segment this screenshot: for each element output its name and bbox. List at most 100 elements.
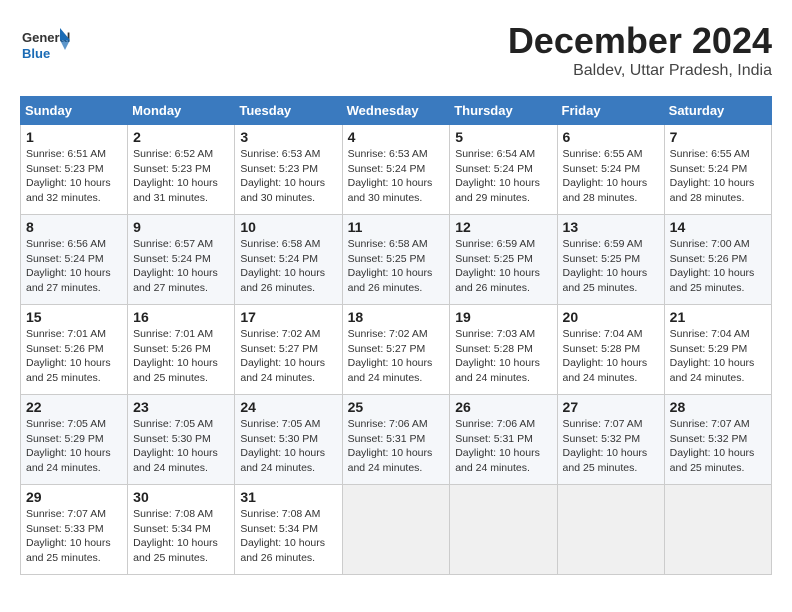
day-number: 10 [240, 219, 336, 235]
day-info: Sunrise: 6:58 AM Sunset: 5:25 PM Dayligh… [348, 237, 445, 296]
day-number: 9 [133, 219, 229, 235]
day-info: Sunrise: 7:05 AM Sunset: 5:30 PM Dayligh… [240, 417, 336, 476]
day-cell: 5 Sunrise: 6:54 AM Sunset: 5:24 PM Dayli… [450, 125, 557, 215]
weekday-thursday: Thursday [450, 97, 557, 125]
day-info: Sunrise: 7:01 AM Sunset: 5:26 PM Dayligh… [26, 327, 122, 386]
title-area: December 2024 Baldev, Uttar Pradesh, Ind… [508, 20, 772, 80]
day-number: 18 [348, 309, 445, 325]
day-info: Sunrise: 7:07 AM Sunset: 5:32 PM Dayligh… [670, 417, 766, 476]
day-info: Sunrise: 7:01 AM Sunset: 5:26 PM Dayligh… [133, 327, 229, 386]
day-cell: 2 Sunrise: 6:52 AM Sunset: 5:23 PM Dayli… [128, 125, 235, 215]
day-cell: 26 Sunrise: 7:06 AM Sunset: 5:31 PM Dayl… [450, 395, 557, 485]
week-row-3: 15 Sunrise: 7:01 AM Sunset: 5:26 PM Dayl… [21, 305, 772, 395]
day-info: Sunrise: 7:07 AM Sunset: 5:33 PM Dayligh… [26, 507, 122, 566]
weekday-wednesday: Wednesday [342, 97, 450, 125]
day-cell [664, 485, 771, 575]
day-info: Sunrise: 6:59 AM Sunset: 5:25 PM Dayligh… [563, 237, 659, 296]
calendar-body: 1 Sunrise: 6:51 AM Sunset: 5:23 PM Dayli… [21, 125, 772, 575]
day-cell: 27 Sunrise: 7:07 AM Sunset: 5:32 PM Dayl… [557, 395, 664, 485]
day-number: 2 [133, 129, 229, 145]
day-cell: 31 Sunrise: 7:08 AM Sunset: 5:34 PM Dayl… [235, 485, 342, 575]
day-cell: 24 Sunrise: 7:05 AM Sunset: 5:30 PM Dayl… [235, 395, 342, 485]
header: General Blue December 2024 Baldev, Uttar… [20, 20, 772, 80]
day-cell: 28 Sunrise: 7:07 AM Sunset: 5:32 PM Dayl… [664, 395, 771, 485]
day-cell: 30 Sunrise: 7:08 AM Sunset: 5:34 PM Dayl… [128, 485, 235, 575]
week-row-2: 8 Sunrise: 6:56 AM Sunset: 5:24 PM Dayli… [21, 215, 772, 305]
day-cell: 3 Sunrise: 6:53 AM Sunset: 5:23 PM Dayli… [235, 125, 342, 215]
day-cell [557, 485, 664, 575]
day-cell: 18 Sunrise: 7:02 AM Sunset: 5:27 PM Dayl… [342, 305, 450, 395]
day-cell: 21 Sunrise: 7:04 AM Sunset: 5:29 PM Dayl… [664, 305, 771, 395]
day-number: 24 [240, 399, 336, 415]
day-info: Sunrise: 7:04 AM Sunset: 5:29 PM Dayligh… [670, 327, 766, 386]
day-number: 25 [348, 399, 445, 415]
weekday-sunday: Sunday [21, 97, 128, 125]
logo-icon: General Blue [20, 20, 70, 70]
day-info: Sunrise: 6:53 AM Sunset: 5:23 PM Dayligh… [240, 147, 336, 206]
day-info: Sunrise: 6:55 AM Sunset: 5:24 PM Dayligh… [563, 147, 659, 206]
day-info: Sunrise: 6:57 AM Sunset: 5:24 PM Dayligh… [133, 237, 229, 296]
day-number: 7 [670, 129, 766, 145]
day-number: 11 [348, 219, 445, 235]
day-info: Sunrise: 6:53 AM Sunset: 5:24 PM Dayligh… [348, 147, 445, 206]
day-info: Sunrise: 7:02 AM Sunset: 5:27 PM Dayligh… [348, 327, 445, 386]
calendar-table: SundayMondayTuesdayWednesdayThursdayFrid… [20, 96, 772, 575]
day-cell: 13 Sunrise: 6:59 AM Sunset: 5:25 PM Dayl… [557, 215, 664, 305]
day-info: Sunrise: 7:02 AM Sunset: 5:27 PM Dayligh… [240, 327, 336, 386]
day-cell [450, 485, 557, 575]
day-number: 23 [133, 399, 229, 415]
day-number: 16 [133, 309, 229, 325]
day-number: 31 [240, 489, 336, 505]
day-cell: 4 Sunrise: 6:53 AM Sunset: 5:24 PM Dayli… [342, 125, 450, 215]
day-number: 27 [563, 399, 659, 415]
week-row-5: 29 Sunrise: 7:07 AM Sunset: 5:33 PM Dayl… [21, 485, 772, 575]
day-cell: 23 Sunrise: 7:05 AM Sunset: 5:30 PM Dayl… [128, 395, 235, 485]
day-cell: 1 Sunrise: 6:51 AM Sunset: 5:23 PM Dayli… [21, 125, 128, 215]
day-number: 21 [670, 309, 766, 325]
day-info: Sunrise: 7:04 AM Sunset: 5:28 PM Dayligh… [563, 327, 659, 386]
day-number: 30 [133, 489, 229, 505]
day-info: Sunrise: 7:03 AM Sunset: 5:28 PM Dayligh… [455, 327, 551, 386]
day-cell: 16 Sunrise: 7:01 AM Sunset: 5:26 PM Dayl… [128, 305, 235, 395]
day-info: Sunrise: 7:07 AM Sunset: 5:32 PM Dayligh… [563, 417, 659, 476]
day-info: Sunrise: 7:06 AM Sunset: 5:31 PM Dayligh… [348, 417, 445, 476]
weekday-saturday: Saturday [664, 97, 771, 125]
day-info: Sunrise: 7:08 AM Sunset: 5:34 PM Dayligh… [240, 507, 336, 566]
day-number: 28 [670, 399, 766, 415]
day-cell: 20 Sunrise: 7:04 AM Sunset: 5:28 PM Dayl… [557, 305, 664, 395]
day-number: 14 [670, 219, 766, 235]
day-info: Sunrise: 7:05 AM Sunset: 5:29 PM Dayligh… [26, 417, 122, 476]
day-cell: 6 Sunrise: 6:55 AM Sunset: 5:24 PM Dayli… [557, 125, 664, 215]
day-number: 5 [455, 129, 551, 145]
weekday-header-row: SundayMondayTuesdayWednesdayThursdayFrid… [21, 97, 772, 125]
day-number: 20 [563, 309, 659, 325]
day-number: 22 [26, 399, 122, 415]
day-number: 4 [348, 129, 445, 145]
day-number: 17 [240, 309, 336, 325]
day-cell: 19 Sunrise: 7:03 AM Sunset: 5:28 PM Dayl… [450, 305, 557, 395]
day-info: Sunrise: 6:55 AM Sunset: 5:24 PM Dayligh… [670, 147, 766, 206]
day-info: Sunrise: 7:08 AM Sunset: 5:34 PM Dayligh… [133, 507, 229, 566]
day-number: 29 [26, 489, 122, 505]
day-cell [342, 485, 450, 575]
day-number: 8 [26, 219, 122, 235]
weekday-friday: Friday [557, 97, 664, 125]
day-info: Sunrise: 7:05 AM Sunset: 5:30 PM Dayligh… [133, 417, 229, 476]
day-info: Sunrise: 6:52 AM Sunset: 5:23 PM Dayligh… [133, 147, 229, 206]
day-number: 13 [563, 219, 659, 235]
location-title: Baldev, Uttar Pradesh, India [508, 62, 772, 80]
day-cell: 12 Sunrise: 6:59 AM Sunset: 5:25 PM Dayl… [450, 215, 557, 305]
day-cell: 14 Sunrise: 7:00 AM Sunset: 5:26 PM Dayl… [664, 215, 771, 305]
day-info: Sunrise: 6:56 AM Sunset: 5:24 PM Dayligh… [26, 237, 122, 296]
day-info: Sunrise: 6:54 AM Sunset: 5:24 PM Dayligh… [455, 147, 551, 206]
day-cell: 25 Sunrise: 7:06 AM Sunset: 5:31 PM Dayl… [342, 395, 450, 485]
day-info: Sunrise: 6:51 AM Sunset: 5:23 PM Dayligh… [26, 147, 122, 206]
day-number: 19 [455, 309, 551, 325]
weekday-monday: Monday [128, 97, 235, 125]
day-number: 3 [240, 129, 336, 145]
day-info: Sunrise: 6:59 AM Sunset: 5:25 PM Dayligh… [455, 237, 551, 296]
svg-text:Blue: Blue [22, 46, 50, 61]
day-info: Sunrise: 7:06 AM Sunset: 5:31 PM Dayligh… [455, 417, 551, 476]
day-info: Sunrise: 7:00 AM Sunset: 5:26 PM Dayligh… [670, 237, 766, 296]
day-cell: 10 Sunrise: 6:58 AM Sunset: 5:24 PM Dayl… [235, 215, 342, 305]
